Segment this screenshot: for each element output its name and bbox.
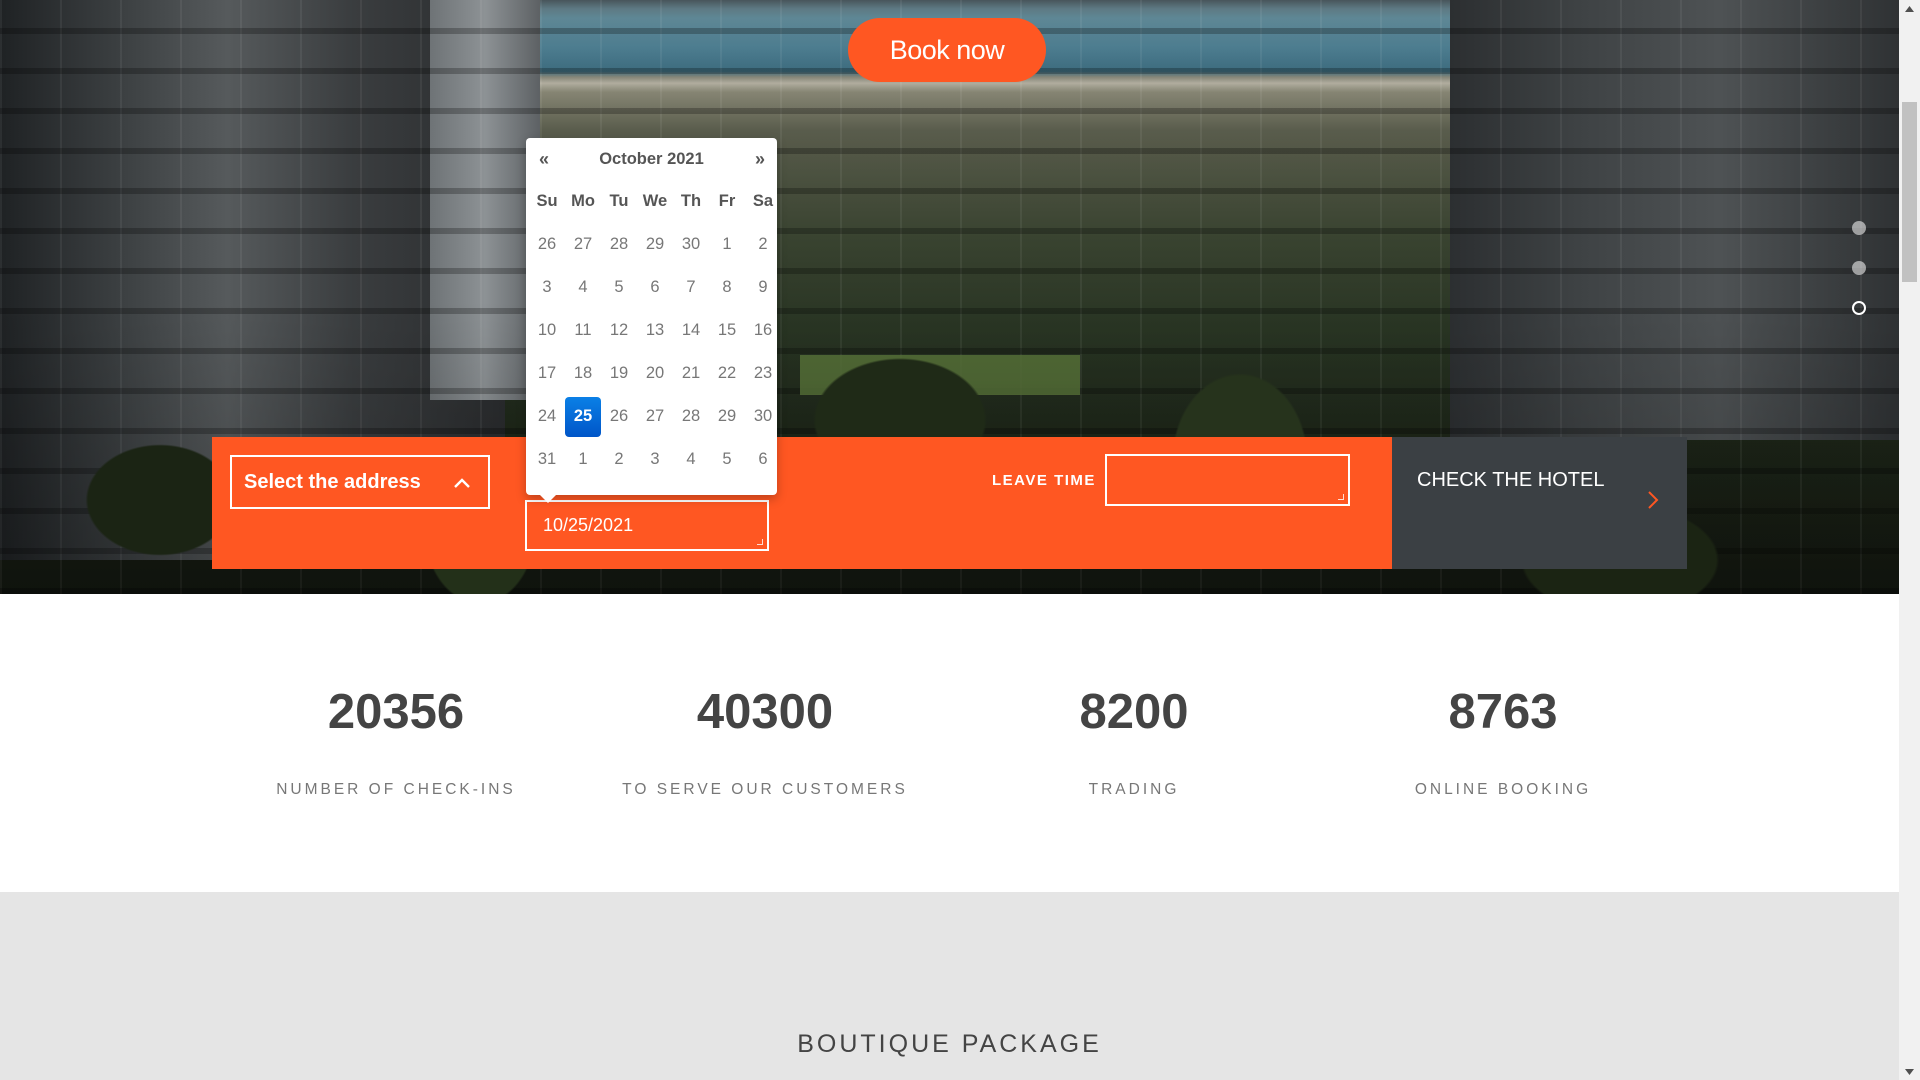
datepicker-grid: Su Mo Tu We Th Fr Sa 26 27 28 29 30 1 2 3 4 5 6 7 8 9 10 11 12 1… (526, 180, 777, 481)
arrive-date-value: 10/25/2021 (543, 515, 634, 535)
datepicker-day[interactable]: 30 (673, 225, 709, 265)
datepicker-day[interactable]: 15 (709, 311, 745, 351)
leave-time-label: LEAVE TIME (992, 472, 1096, 489)
datepicker-week-row: 31 1 2 3 4 5 6 (526, 438, 777, 481)
datepicker-day[interactable]: 4 (673, 440, 709, 480)
datepicker-day[interactable]: 28 (673, 397, 709, 437)
datepicker-day[interactable]: 6 (745, 440, 781, 480)
resize-handle-icon (757, 539, 763, 545)
datepicker-next-button[interactable]: » (755, 149, 765, 170)
datepicker-day[interactable]: 27 (565, 225, 601, 265)
weekday-header: Tu (609, 192, 629, 210)
slider-dot-1[interactable] (1852, 221, 1866, 235)
datepicker-day[interactable]: 16 (745, 311, 781, 351)
stat-label: NUMBER OF CHECK-INS (276, 781, 516, 798)
datepicker-week-row: 3456789 (526, 266, 777, 309)
chevron-up-icon (454, 478, 470, 488)
resize-handle-icon (1338, 494, 1344, 500)
datepicker-day[interactable]: 2 (601, 440, 637, 480)
datepicker-header: « October 2021 » (526, 138, 777, 180)
datepicker-day[interactable]: 3 (529, 268, 565, 308)
datepicker-day[interactable]: 27 (637, 397, 673, 437)
address-select[interactable]: Select the address (230, 455, 490, 509)
weekday-header: Th (680, 192, 702, 210)
page-scrollbar[interactable] (1899, 0, 1920, 1080)
datepicker-day[interactable]: 24 (529, 397, 565, 437)
datepicker-week-row: 17 18 19 20 21 22 23 (526, 352, 777, 395)
boutique-section: BOUTIQUE PACKAGE (0, 892, 1899, 1080)
stat-number: 8763 (1448, 685, 1558, 739)
datepicker-day[interactable]: 8 (709, 268, 745, 308)
datepicker-day[interactable]: 26 (529, 225, 565, 265)
datepicker-day[interactable]: 5 (601, 268, 637, 308)
datepicker-day[interactable]: 10 (529, 311, 565, 351)
datepicker-day[interactable]: 1 (709, 225, 745, 265)
datepicker-day[interactable]: 11 (565, 311, 601, 351)
stat-number: 40300 (696, 685, 834, 739)
datepicker-day-selected[interactable]: 25 (565, 396, 601, 437)
stat-number: 20356 (327, 685, 465, 739)
triangle-down-icon[interactable] (1899, 1063, 1920, 1080)
datepicker-day[interactable]: 13 (637, 311, 673, 351)
chevron-right-icon (1648, 491, 1659, 509)
address-select-label: Select the address (244, 470, 421, 493)
arrive-date-input[interactable]: 10/25/2021 (525, 500, 769, 551)
datepicker-day[interactable]: 20 (637, 354, 673, 394)
triangle-up-icon[interactable] (1899, 0, 1920, 17)
datepicker-month-title[interactable]: October 2021 (526, 150, 777, 169)
datepicker-day[interactable]: 2 (745, 225, 781, 265)
datepicker-day[interactable]: 30 (745, 397, 781, 437)
datepicker-weekday-row: Su Mo Tu We Th Fr Sa (526, 180, 777, 223)
datepicker-week-row: 10 11 12 13 14 15 16 (526, 309, 777, 352)
datepicker-popup: « October 2021 » Su Mo Tu We Th Fr Sa 26 27 28 29 3… (526, 138, 777, 503)
datepicker-day[interactable]: 23 (745, 354, 781, 394)
boutique-heading: BOUTIQUE PACKAGE (797, 1030, 1102, 1058)
slider-dots (1852, 221, 1868, 341)
datepicker-day[interactable]: 7 (673, 268, 709, 308)
datepicker-day[interactable]: 18 (565, 354, 601, 394)
check-hotel-button[interactable]: CHECK THE HOTEL (1392, 437, 1687, 569)
datepicker-day[interactable]: 1 (565, 440, 601, 480)
stats-section: 20356 NUMBER OF CHECK-INS 40300 TO SERVE OU… (0, 594, 1899, 892)
weekday-header: Fr (718, 192, 736, 210)
slider-dot-2[interactable] (1852, 261, 1866, 275)
scroll-thumb[interactable] (1902, 102, 1917, 282)
stat-number: 8200 (1079, 685, 1189, 739)
leave-time-input[interactable] (1105, 454, 1350, 506)
datepicker-day[interactable]: 12 (601, 311, 637, 351)
datepicker-day[interactable]: 22 (709, 354, 745, 394)
booking-bar: Select the address 10/25/2021 LEAVE TIME (212, 437, 1392, 569)
datepicker-day[interactable]: 29 (637, 225, 673, 265)
datepicker-day[interactable]: 14 (673, 311, 709, 351)
slider-dot-3-active[interactable] (1852, 301, 1866, 315)
datepicker-day[interactable]: 26 (601, 397, 637, 437)
datepicker-day[interactable]: 31 (529, 440, 565, 480)
stat-label: ONLINE BOOKING (1414, 781, 1592, 798)
datepicker-day[interactable]: 17 (529, 354, 565, 394)
datepicker-day[interactable]: 21 (673, 354, 709, 394)
datepicker-day[interactable]: 19 (601, 354, 637, 394)
check-hotel-label: CHECK THE HOTEL (1417, 469, 1605, 491)
stat-label: TO SERVE OUR CUSTOMERS (622, 781, 908, 798)
datepicker-day[interactable]: 28 (601, 225, 637, 265)
datepicker-day[interactable]: 3 (637, 440, 673, 480)
datepicker-day[interactable]: 4 (565, 268, 601, 308)
weekday-header: Su (536, 192, 558, 210)
weekday-header: Sa (752, 192, 774, 210)
datepicker-day[interactable]: 5 (709, 440, 745, 480)
datepicker-week-row: 26 27 28 29 30 1 2 (526, 223, 777, 266)
datepicker-day[interactable]: 6 (637, 268, 673, 308)
datepicker-day[interactable]: 9 (745, 268, 781, 308)
book-now-button[interactable]: Book now (848, 18, 1046, 82)
weekday-header: We (642, 192, 668, 210)
stat-label: TRADING (1088, 781, 1180, 798)
weekday-header: Mo (571, 192, 595, 210)
datepicker-week-row: 24 25 26 27 28 29 30 (526, 395, 777, 438)
datepicker-day[interactable]: 29 (709, 397, 745, 437)
